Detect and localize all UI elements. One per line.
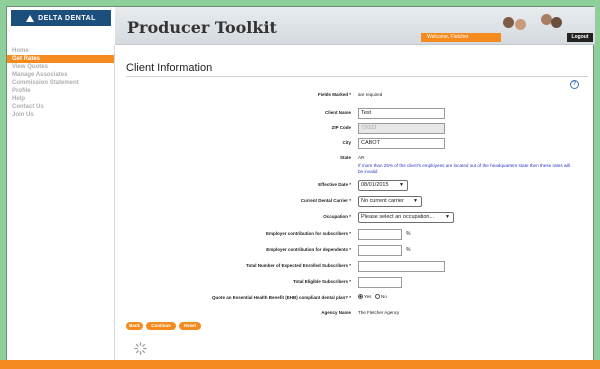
zip-input: 72023	[358, 123, 445, 134]
client-name-row: Client Name Test	[115, 108, 595, 122]
radio-unselected-icon	[375, 294, 380, 299]
person-photo-icon	[503, 17, 514, 28]
client-name-label: Client Name	[324, 110, 351, 115]
employer-subscribers-input[interactable]	[358, 229, 402, 240]
chevron-down-icon: ▼	[399, 182, 404, 188]
expected-subscribers-label: Total Number of Expected Enrolled Subscr…	[246, 263, 351, 268]
eligible-subscribers-label: Total Eligible Subscribers *	[293, 279, 351, 284]
effective-date-select[interactable]: 08/01/2015 ▼	[358, 180, 408, 191]
delta-dental-logo[interactable]: DELTA DENTAL	[11, 10, 111, 26]
carrier-select[interactable]: No current carrier ▼	[358, 196, 422, 207]
ehb-row: Quote an Essential Health Benefit (EHB) …	[115, 293, 595, 307]
percent-sign: %	[406, 247, 411, 253]
continue-button[interactable]: Continue	[146, 322, 176, 330]
fields-marked-value: are required	[358, 92, 383, 97]
expected-subscribers-row: Total Number of Expected Enrolled Subscr…	[115, 261, 595, 275]
sidebar-nav: Home Get Rates View Quotes Manage Associ…	[7, 45, 115, 369]
occupation-value: Please select an occupation...	[361, 214, 435, 220]
sidebar-item-join-us[interactable]: Join Us	[7, 111, 114, 119]
client-name-input[interactable]: Test	[358, 108, 445, 119]
eligible-subscribers-row: Total Eligible Subscribers *	[115, 277, 595, 291]
occupation-label: Occupation *	[323, 214, 351, 219]
expected-subscribers-input[interactable]	[358, 261, 445, 272]
chevron-down-icon: ▼	[413, 198, 418, 204]
occupation-select[interactable]: Please select an occupation... ▼	[358, 212, 454, 223]
app-window: DELTA DENTAL Producer Toolkit Welcome, F…	[6, 6, 595, 369]
ehb-no-radio[interactable]: No	[375, 294, 387, 299]
ehb-no-label: No	[381, 294, 387, 299]
agency-label: Agency Name	[321, 310, 351, 315]
sidebar-item-contact-us[interactable]: Contact Us	[7, 103, 114, 111]
effective-date-row: Effective Date * 08/01/2015 ▼	[115, 180, 595, 194]
city-label: City	[342, 140, 351, 145]
ehb-yes-radio[interactable]: Yes	[358, 294, 371, 299]
employer-subscribers-label: Employer contribution for subscribers *	[265, 231, 351, 236]
app-title: Producer Toolkit	[127, 18, 277, 37]
help-icon[interactable]: ?	[570, 80, 579, 89]
state-value: AR	[358, 155, 365, 160]
header-bar: Producer Toolkit Welcome, Fletcher Logou…	[115, 7, 595, 45]
carrier-row: Current Dental Carrier * No current carr…	[115, 196, 595, 210]
state-note-row: If more than 25% of the client's employe…	[115, 163, 595, 175]
main-content: Client Information ? Fields Marked * are…	[115, 46, 595, 369]
occupation-row: Occupation * Please select an occupation…	[115, 212, 595, 226]
employer-dependents-row: Employer contribution for dependents * %	[115, 245, 595, 259]
logout-button[interactable]: Logout	[567, 33, 593, 42]
ehb-yes-label: Yes	[364, 294, 372, 299]
agency-row: Agency Name The Fletcher Agency	[115, 308, 595, 322]
sidebar-item-help[interactable]: Help	[7, 95, 114, 103]
carrier-value: No current carrier	[361, 198, 404, 204]
chevron-down-icon: ▼	[445, 214, 450, 220]
agency-value: The Fletcher Agency	[358, 310, 400, 315]
person-photo-icon	[551, 17, 562, 28]
sidebar-item-view-quotes[interactable]: View Quotes	[7, 63, 114, 71]
page-title: Client Information	[126, 62, 213, 74]
radio-selected-icon	[358, 294, 363, 299]
state-label: State	[339, 155, 351, 160]
header-people-photo	[501, 11, 563, 33]
zip-row: ZIP Code 72023	[115, 123, 595, 137]
state-warning-note: If more than 25% of the client's employe…	[358, 163, 571, 174]
sidebar-item-home[interactable]: Home	[7, 47, 114, 55]
city-row: City CABOT	[115, 138, 595, 152]
sidebar-item-get-rates[interactable]: Get Rates	[7, 55, 114, 63]
percent-sign: %	[406, 231, 411, 237]
title-divider	[126, 76, 588, 77]
effective-date-label: Effective Date *	[318, 182, 351, 187]
logo-area: DELTA DENTAL	[7, 7, 115, 45]
delta-triangle-icon	[26, 14, 35, 22]
welcome-message: Welcome, Fletcher	[421, 33, 501, 42]
person-photo-icon	[515, 19, 526, 30]
reset-button[interactable]: Reset	[179, 322, 201, 330]
fields-marked-label: Fields Marked *	[317, 92, 351, 97]
eligible-subscribers-input[interactable]	[358, 277, 402, 288]
city-input[interactable]: CABOT	[358, 138, 445, 149]
footer-bar	[0, 360, 600, 369]
sidebar-item-profile[interactable]: Profile	[7, 87, 114, 95]
employer-subscribers-row: Employer contribution for subscribers * …	[115, 229, 595, 243]
loading-spinner-icon	[134, 342, 147, 355]
effective-date-value: 08/01/2015	[361, 182, 389, 188]
back-button[interactable]: Back	[126, 322, 143, 330]
sidebar-item-manage-associates[interactable]: Manage Associates	[7, 71, 114, 79]
required-note-row: Fields Marked * are required	[115, 90, 595, 104]
zip-label: ZIP Code	[331, 125, 351, 130]
employer-dependents-label: Employer contribution for dependents *	[266, 247, 351, 252]
employer-dependents-input[interactable]	[358, 245, 402, 256]
sidebar-item-commission-statement[interactable]: Commission Statement	[7, 79, 114, 87]
carrier-label: Current Dental Carrier *	[300, 198, 351, 203]
logo-text: DELTA DENTAL	[38, 14, 96, 22]
ehb-label: Quote an Essential Health Benefit (EHB) …	[211, 295, 351, 300]
